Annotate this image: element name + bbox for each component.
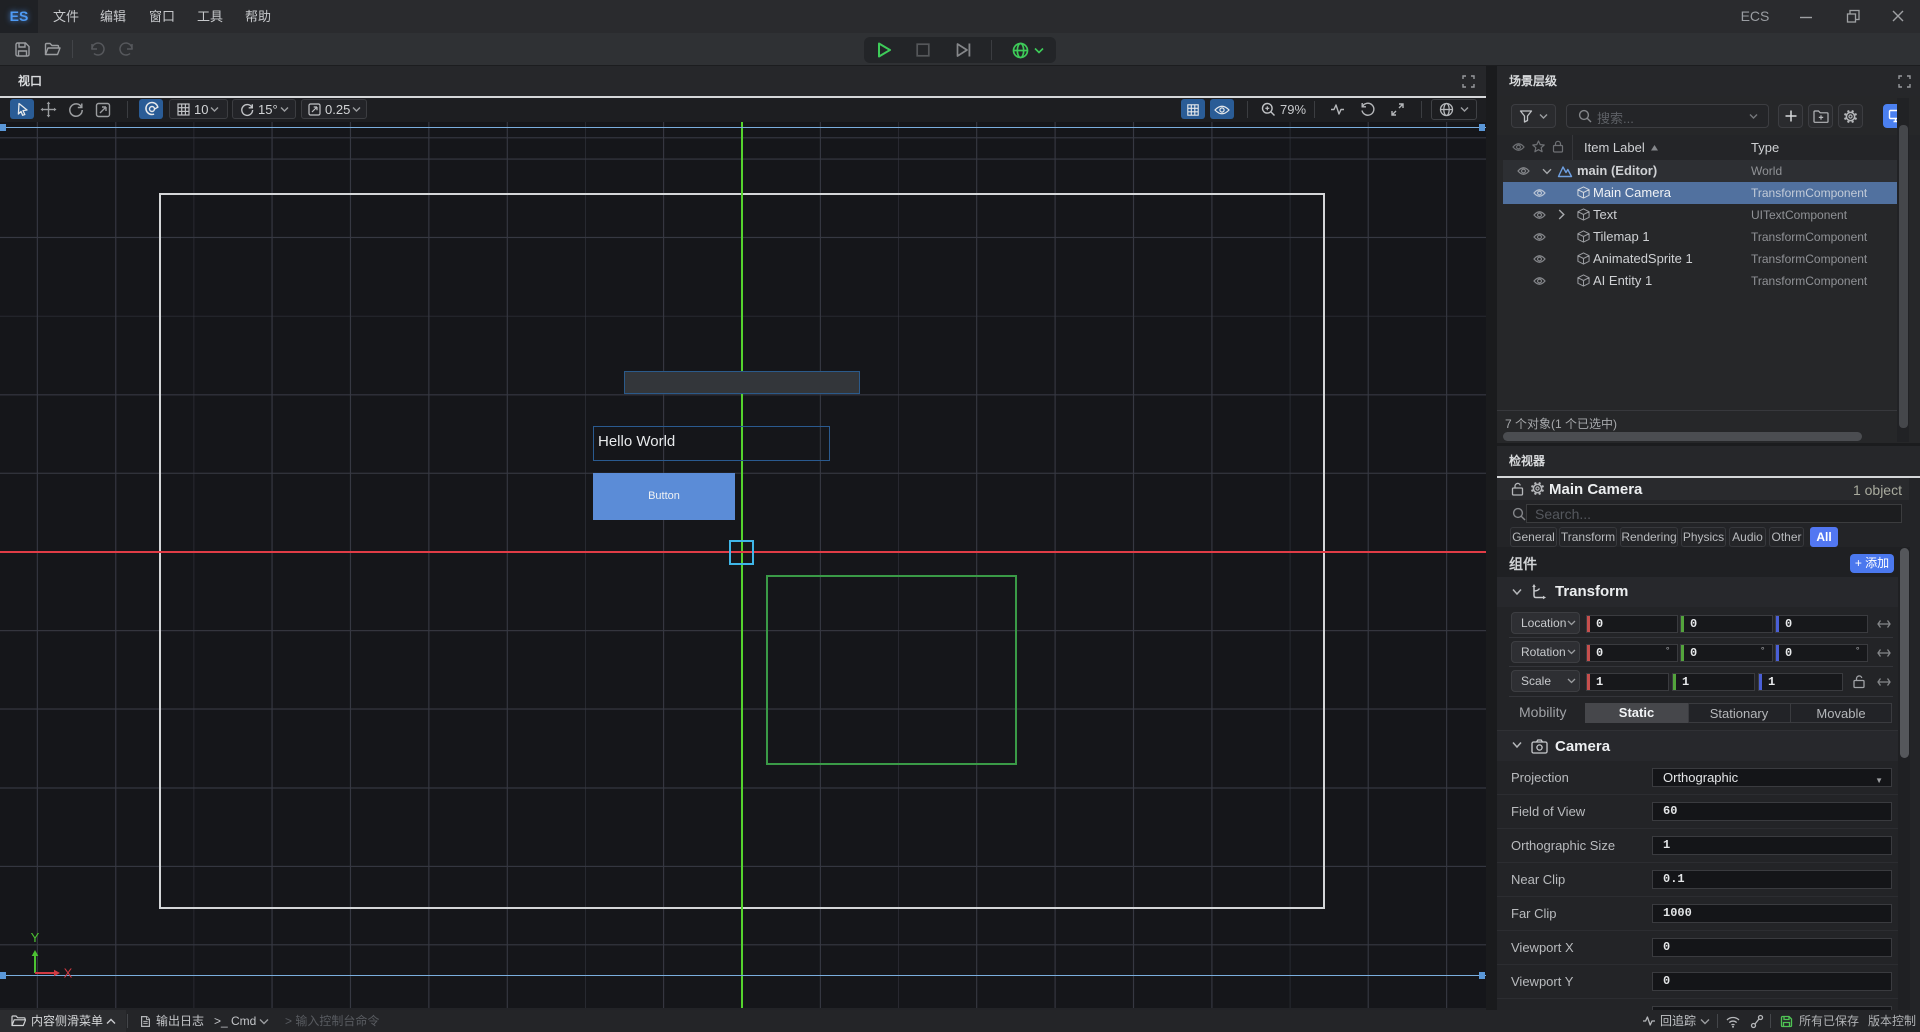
svg-text:X: X [64,966,73,981]
svg-text:Y: Y [31,930,40,945]
